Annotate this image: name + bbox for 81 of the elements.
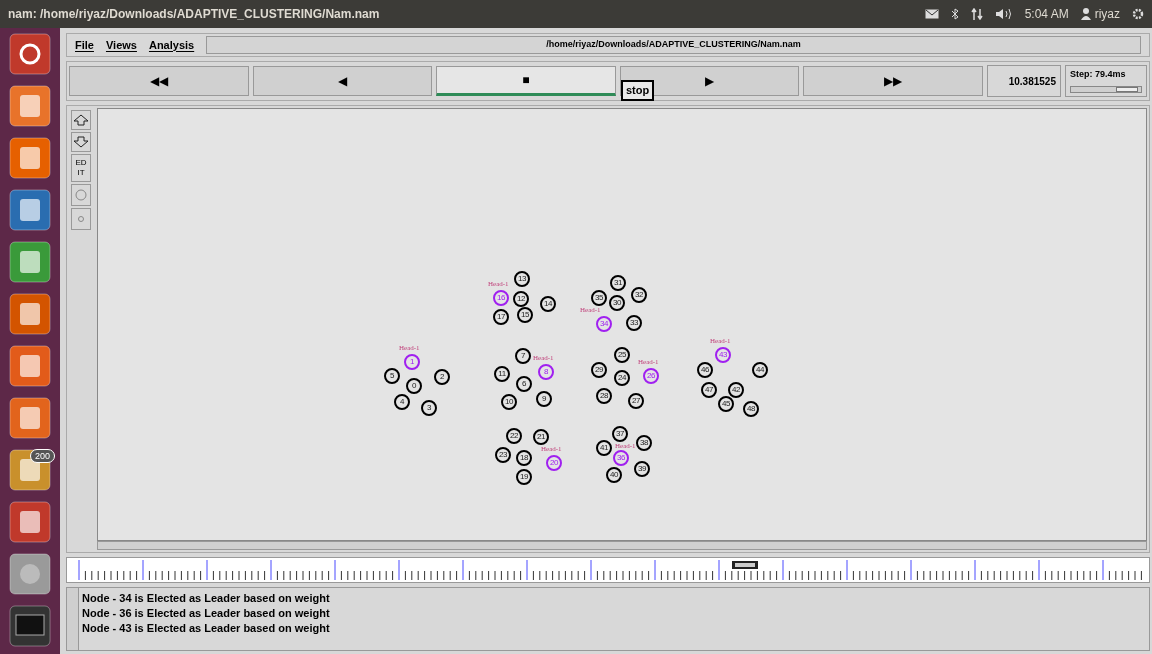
horizontal-scrollbar[interactable]: [97, 541, 1147, 550]
network-node[interactable]: 27: [628, 393, 644, 409]
bluetooth-icon[interactable]: [950, 8, 959, 20]
network-node[interactable]: 40: [606, 467, 622, 483]
network-node[interactable]: 17: [493, 309, 509, 325]
network-node[interactable]: 29: [591, 362, 607, 378]
tooltip: stop: [621, 80, 655, 101]
network-node[interactable]: 42: [728, 382, 744, 398]
clock[interactable]: 5:04 AM: [1024, 5, 1069, 23]
network-node[interactable]: 33: [626, 315, 642, 331]
settings-icon[interactable]: [1132, 8, 1144, 20]
menu-item[interactable]: Views: [105, 36, 137, 54]
log-line: Node - 43 is Elected as Leader based on weight: [82, 621, 331, 636]
network-node[interactable]: 23: [495, 447, 511, 463]
network-node[interactable]: 10: [501, 394, 517, 410]
vertical-scrollbar[interactable]: [67, 588, 79, 650]
step-slider[interactable]: [1069, 85, 1142, 93]
file-path: /home/riyaz/Downloads/ADAPTIVE_CLUSTERING/Nam.nam: [206, 36, 1141, 54]
network-node[interactable]: 15: [517, 307, 533, 323]
network-node[interactable]: 2: [434, 369, 450, 385]
network-node[interactable]: 47: [701, 382, 717, 398]
log-line: Node - 34 is Elected as Leader based on weight: [82, 591, 331, 606]
network-node[interactable]: 16: [493, 290, 509, 306]
network-node[interactable]: 11: [494, 366, 510, 382]
network-node[interactable]: 19: [516, 469, 532, 485]
network-node[interactable]: 37: [612, 426, 628, 442]
network-node[interactable]: 12: [513, 291, 529, 307]
network-node[interactable]: 4: [394, 394, 410, 410]
network-node[interactable]: 7: [515, 348, 531, 364]
network-node[interactable]: 25: [614, 347, 630, 363]
network-node[interactable]: 14: [540, 296, 556, 312]
playback-button[interactable]: ◀: [252, 66, 433, 96]
playback-button[interactable]: ◀◀: [69, 66, 249, 96]
network-node[interactable]: 39: [634, 461, 650, 477]
network-node[interactable]: 20: [546, 455, 562, 471]
menu-item[interactable]: Analysis: [148, 36, 195, 54]
network-node[interactable]: 43: [715, 347, 731, 363]
network-node[interactable]: 44: [752, 362, 768, 378]
network-node[interactable]: 18: [516, 450, 532, 466]
mail-icon[interactable]: [924, 9, 939, 19]
network-node[interactable]: 31: [610, 275, 626, 291]
network-node[interactable]: 0: [406, 378, 422, 394]
time-display: 10.381525: [986, 65, 1061, 97]
network-node[interactable]: 35: [591, 290, 607, 306]
user-icon[interactable]: [1080, 8, 1091, 20]
slider-thumb[interactable]: [1115, 86, 1138, 92]
terminal-icon[interactable]: [9, 605, 51, 647]
network-node[interactable]: 6: [516, 376, 532, 392]
menu-item[interactable]: File: [75, 36, 94, 54]
network-node[interactable]: 5: [384, 368, 400, 384]
network-node[interactable]: 9: [536, 391, 552, 407]
network-node[interactable]: 3: [421, 400, 437, 416]
network-node[interactable]: 21: [533, 429, 549, 445]
network-node[interactable]: 22: [506, 428, 522, 444]
network-node[interactable]: 46: [697, 362, 713, 378]
time-marker-icon[interactable]: [732, 561, 758, 569]
network-node[interactable]: 48: [743, 401, 759, 417]
network-node[interactable]: 1: [404, 354, 420, 370]
user-name[interactable]: riyaz: [1094, 5, 1120, 23]
network-node[interactable]: 30: [609, 295, 625, 311]
zoom-out-icon[interactable]: [71, 132, 91, 152]
network-node[interactable]: 45: [718, 396, 734, 412]
network-node[interactable]: 36: [613, 450, 629, 466]
step-label: Step: 79.4ms: [1069, 68, 1127, 81]
network-node[interactable]: 26: [643, 368, 659, 384]
window-title: nam: /home/riyaz/Downloads/ADAPTIVE_CLUSTERING/Nam.nam: [8, 6, 381, 23]
network-node[interactable]: 24: [614, 370, 630, 386]
network-node[interactable]: 38: [636, 435, 652, 451]
volume-icon[interactable]: [994, 8, 1013, 20]
playback-button[interactable]: ■: [436, 66, 616, 96]
playback-button[interactable]: ▶▶: [803, 66, 983, 96]
network-node[interactable]: 28: [596, 388, 612, 404]
network-icon[interactable]: [970, 8, 983, 20]
network-node[interactable]: 34: [596, 316, 612, 332]
log-line: Node - 36 is Elected as Leader based on weight: [82, 606, 331, 621]
network-node[interactable]: 8: [538, 364, 554, 380]
network-node[interactable]: 13: [514, 271, 530, 287]
network-node[interactable]: 41: [596, 440, 612, 456]
zoom-in-icon[interactable]: [71, 110, 91, 130]
network-node[interactable]: 32: [631, 287, 647, 303]
edit-button[interactable]: ED IT: [71, 154, 91, 182]
